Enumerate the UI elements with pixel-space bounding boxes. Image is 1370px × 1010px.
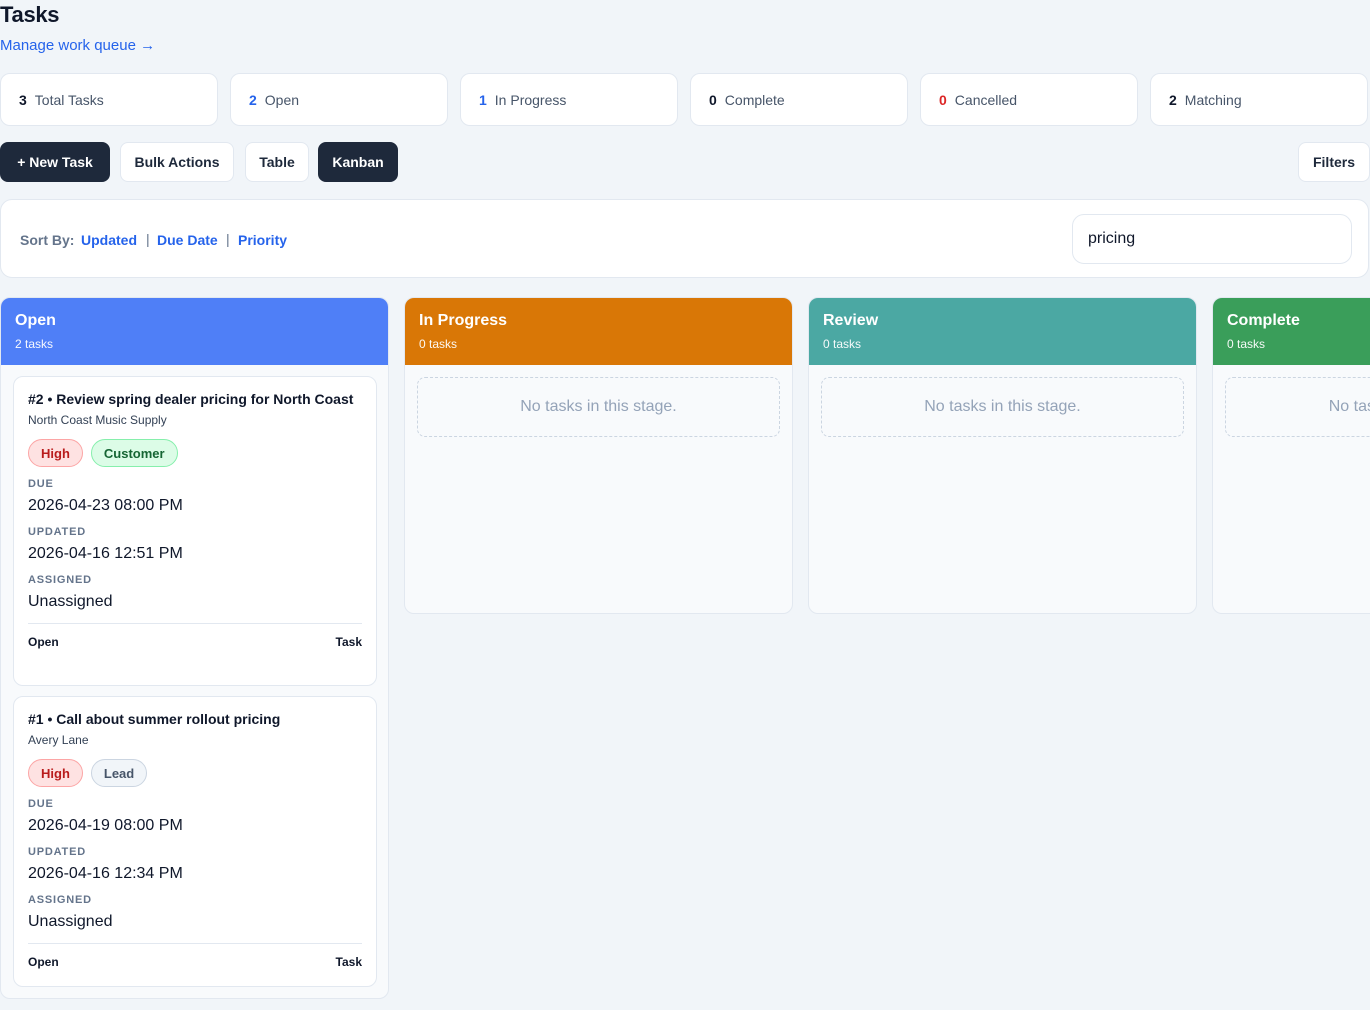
updated-label: UPDATED: [28, 526, 86, 538]
assigned-value: Unassigned: [28, 913, 113, 930]
column-title: Review: [823, 312, 879, 329]
new-task-button[interactable]: + New Task: [0, 142, 110, 182]
task-card[interactable]: #2 • Review spring dealer pricing for No…: [13, 376, 377, 686]
stat-value: 2: [249, 91, 257, 108]
kanban-column-open: Open 2 tasks #2 • Review spring dealer p…: [0, 297, 389, 999]
assigned-label: ASSIGNED: [28, 574, 92, 586]
empty-stage-placeholder: No tasks in this stage.: [417, 377, 780, 437]
column-header: Review 0 tasks: [809, 298, 1196, 365]
stat-complete[interactable]: 0 Complete: [690, 73, 908, 126]
stat-value: 1: [479, 91, 487, 108]
type-badge: Customer: [90, 439, 178, 467]
due-label: DUE: [28, 798, 54, 810]
updated-label: UPDATED: [28, 846, 86, 858]
stat-label: Complete: [724, 91, 785, 108]
stat-label: Matching: [1184, 91, 1242, 108]
column-header: Open 2 tasks: [1, 298, 388, 365]
sort-separator: |: [226, 231, 230, 247]
table-view-button[interactable]: Table: [245, 142, 309, 182]
due-label: DUE: [28, 478, 54, 490]
column-header: Complete 0 tasks: [1213, 298, 1370, 365]
kanban-column-in-progress: In Progress 0 tasks No tasks in this sta…: [404, 297, 793, 614]
stat-open[interactable]: 2 Open: [230, 73, 448, 126]
sort-label: Sort By:: [20, 232, 75, 248]
stat-total-tasks[interactable]: 3 Total Tasks: [0, 73, 218, 126]
card-footer: Open Task: [28, 943, 362, 979]
task-status: Open: [28, 634, 59, 649]
sort-separator: |: [146, 231, 150, 247]
column-title: In Progress: [419, 312, 508, 329]
card-footer: Open Task: [28, 623, 362, 659]
task-title: #2 • Review spring dealer pricing for No…: [28, 391, 354, 407]
task-contact: North Coast Music Supply: [28, 413, 167, 427]
kanban-column-complete: Complete 0 tasks No tasks in this stage.: [1212, 297, 1370, 614]
sort-updated[interactable]: Updated: [81, 232, 137, 248]
page-title: Tasks: [0, 2, 60, 27]
column-count: 0 tasks: [1227, 337, 1266, 351]
updated-value: 2026-04-16 12:51 PM: [28, 545, 183, 562]
assigned-label: ASSIGNED: [28, 894, 92, 906]
priority-badge: High: [28, 759, 83, 787]
search-input[interactable]: [1072, 214, 1352, 264]
kanban-column-review: Review 0 tasks No tasks in this stage.: [808, 297, 1197, 614]
task-title: #1 • Call about summer rollout pricing: [28, 711, 281, 727]
column-header: In Progress 0 tasks: [405, 298, 792, 365]
stat-cancelled[interactable]: 0 Cancelled: [920, 73, 1138, 126]
column-count: 0 tasks: [419, 337, 458, 351]
task-status: Open: [28, 954, 59, 969]
task-contact: Avery Lane: [28, 733, 89, 747]
stat-value: 2: [1169, 91, 1177, 108]
sort-bar: Sort By: Updated | Due Date | Priority: [0, 199, 1369, 278]
due-value: 2026-04-19 08:00 PM: [28, 817, 183, 834]
stats-bar: 3 Total Tasks 2 Open 1 In Progress 0 Complet…: [0, 73, 1370, 126]
manage-work-queue-link[interactable]: Manage work queue →: [0, 37, 155, 54]
empty-stage-placeholder: No tasks in this stage.: [1225, 377, 1370, 437]
column-count: 0 tasks: [823, 337, 862, 351]
toolbar: + New Task Bulk Actions Table Kanban Fil…: [0, 142, 1370, 184]
bulk-actions-button[interactable]: Bulk Actions: [120, 142, 234, 182]
updated-value: 2026-04-16 12:34 PM: [28, 865, 183, 882]
priority-badge: High: [28, 439, 83, 467]
task-type: Task: [335, 634, 362, 649]
type-badge: Lead: [90, 759, 148, 787]
empty-stage-placeholder: No tasks in this stage.: [821, 377, 1184, 437]
kanban-view-button[interactable]: Kanban: [318, 142, 398, 182]
assigned-value: Unassigned: [28, 593, 113, 610]
column-count: 2 tasks: [15, 337, 54, 351]
stat-label: Open: [264, 91, 300, 108]
stat-in-progress[interactable]: 1 In Progress: [460, 73, 678, 126]
stat-label: Total Tasks: [34, 91, 104, 108]
filters-button[interactable]: Filters: [1298, 142, 1370, 182]
stat-value: 0: [709, 91, 717, 108]
due-value: 2026-04-23 08:00 PM: [28, 497, 183, 514]
column-title: Complete: [1227, 312, 1300, 329]
stat-value: 3: [19, 91, 27, 108]
stat-matching[interactable]: 2 Matching: [1150, 73, 1368, 126]
task-card[interactable]: #1 • Call about summer rollout pricing A…: [13, 696, 377, 987]
stat-label: Cancelled: [954, 91, 1018, 108]
sort-due-date[interactable]: Due Date: [157, 232, 218, 248]
column-title: Open: [15, 312, 56, 329]
sort-priority[interactable]: Priority: [238, 232, 287, 248]
task-type: Task: [335, 954, 362, 969]
stat-label: In Progress: [494, 91, 567, 108]
stat-value: 0: [939, 91, 947, 108]
